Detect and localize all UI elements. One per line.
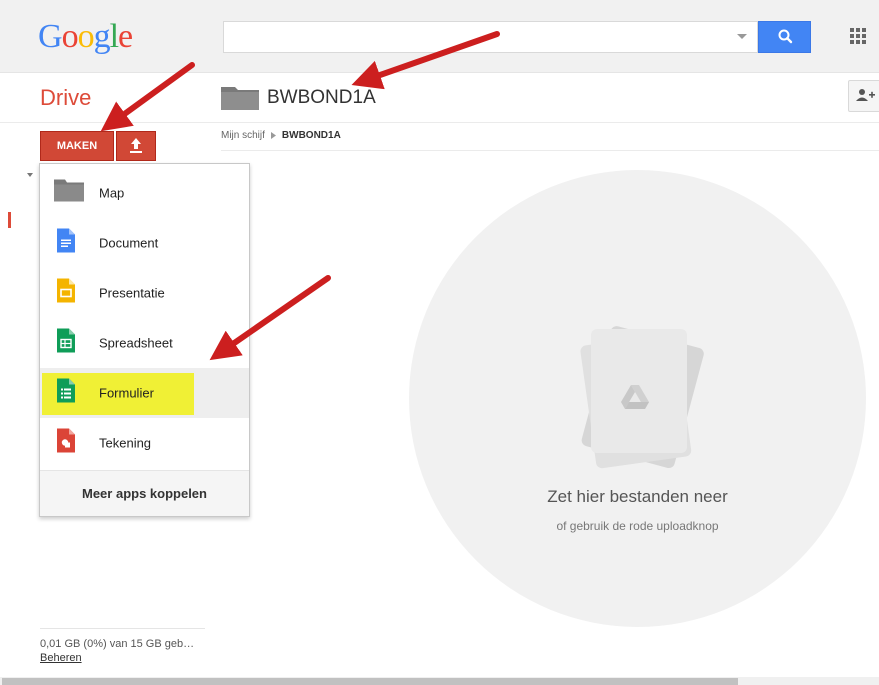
upload-button[interactable]	[116, 131, 156, 161]
breadcrumb-divider	[221, 150, 879, 151]
storage-quota-text: 0,01 GB (0%) van 15 GB geb…	[40, 638, 195, 650]
upload-icon	[130, 138, 142, 153]
menu-item-form[interactable]: Formulier	[40, 368, 249, 418]
menu-item-label: Tekening	[99, 435, 152, 451]
google-logo[interactable]: Google	[38, 18, 133, 56]
folder-icon	[221, 84, 259, 110]
folder-title[interactable]: BWBOND1A	[267, 87, 376, 109]
docs-icon	[57, 228, 75, 258]
add-person-icon	[856, 89, 875, 101]
scrollbar-thumb[interactable]	[2, 678, 738, 685]
logo-letter: o	[77, 18, 95, 55]
selected-nav-marker	[8, 212, 11, 228]
arrow-to-create-button	[100, 62, 195, 132]
empty-drive-illustration-icon	[580, 326, 704, 469]
sheets-icon	[57, 328, 75, 358]
app-title[interactable]: Drive	[40, 85, 91, 111]
search-button[interactable]	[758, 21, 811, 53]
logo-letter: G	[38, 18, 63, 55]
drawings-icon	[57, 428, 75, 458]
breadcrumb: Mijn schijf BWBOND1A	[221, 130, 341, 141]
search-input[interactable]	[223, 21, 758, 53]
dropzone-subtitle: of gebruik de rode uploadknop	[556, 519, 719, 533]
menu-item-label: Map	[99, 185, 125, 201]
menu-item-presentation[interactable]: Presentatie	[40, 268, 249, 318]
forms-icon	[57, 378, 75, 408]
create-menu: Map Document Presentatie Spreadsheet For…	[39, 163, 250, 517]
storage-divider	[40, 628, 205, 629]
apps-grid-icon[interactable]	[850, 28, 868, 46]
search-icon	[778, 29, 793, 44]
search-options-caret-icon[interactable]	[737, 34, 747, 39]
menu-item-label: Formulier	[99, 385, 154, 401]
menu-item-folder[interactable]: Map	[40, 168, 249, 218]
connect-more-apps-button[interactable]: Meer apps koppelen	[40, 471, 249, 516]
folder-icon	[54, 179, 84, 207]
slides-icon	[57, 278, 75, 308]
logo-letter: e	[118, 18, 133, 55]
collapse-triangle-icon[interactable]	[27, 173, 33, 177]
breadcrumb-current[interactable]: BWBOND1A	[282, 130, 341, 141]
dropzone-title: Zet hier bestanden neer	[547, 487, 728, 506]
logo-letter: g	[93, 18, 111, 55]
logo-letter: o	[61, 18, 79, 55]
menu-item-label: Presentatie	[99, 285, 165, 301]
menu-item-label: Document	[99, 235, 159, 251]
breadcrumb-root[interactable]: Mijn schijf	[221, 130, 265, 141]
menu-item-spreadsheet[interactable]: Spreadsheet	[40, 318, 249, 368]
breadcrumb-chevron-icon	[270, 132, 276, 139]
logo-letter: l	[109, 18, 120, 55]
menu-item-drawing[interactable]: Tekening	[40, 418, 249, 468]
create-button[interactable]: MAKEN	[40, 131, 114, 161]
menu-item-label: Spreadsheet	[99, 335, 173, 351]
manage-storage-link[interactable]: Beheren	[40, 652, 82, 664]
share-button[interactable]	[848, 80, 879, 112]
header-divider	[0, 122, 879, 123]
menu-item-document[interactable]: Document	[40, 218, 249, 268]
